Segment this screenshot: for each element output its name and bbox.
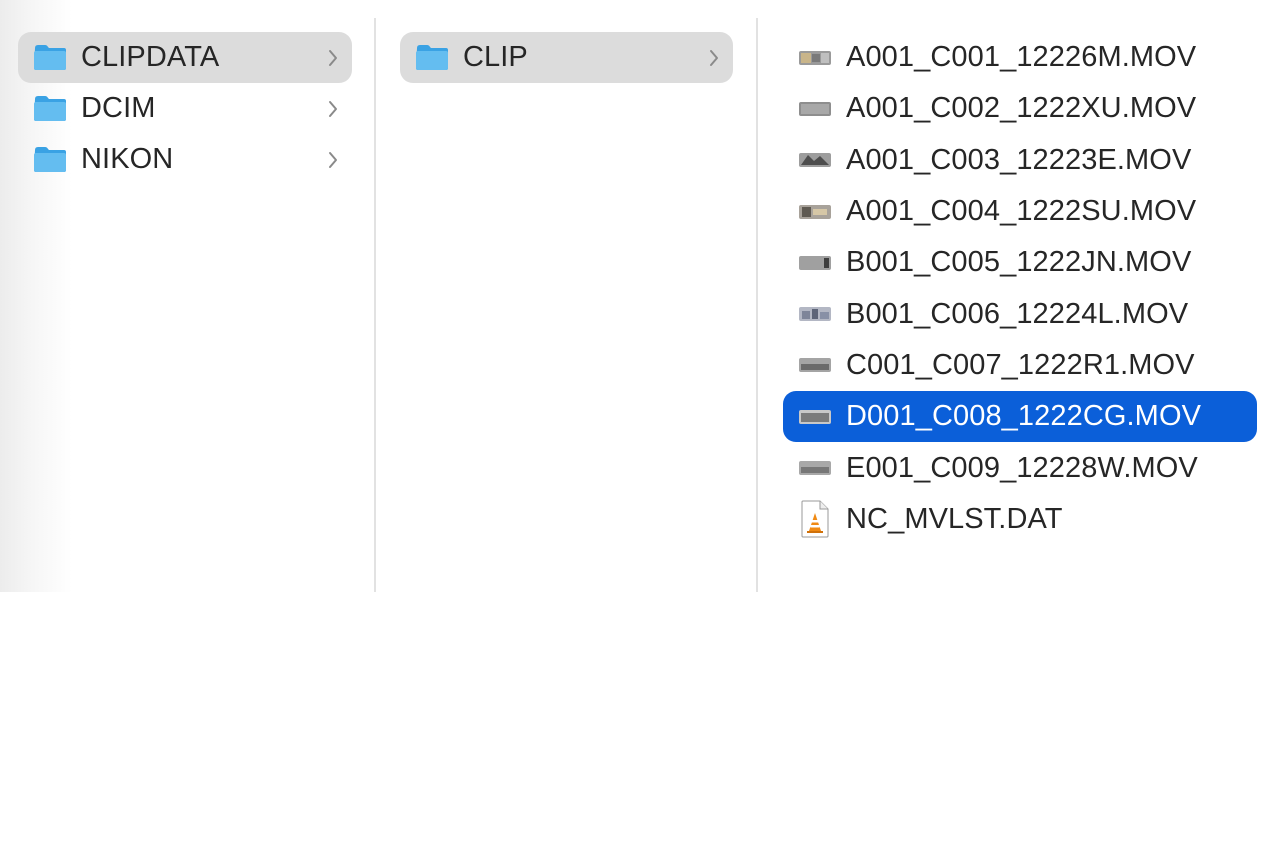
file-row[interactable]: A001_C004_1222SU.MOV [783, 186, 1257, 237]
folder-label: CLIPDATA [81, 41, 220, 73]
folder-row-clip[interactable]: CLIP [400, 32, 733, 83]
video-thumbnail-icon [799, 409, 831, 424]
finder-column-view: CLIPDATA DCIM NIKON CLIP A001_C001_12226… [0, 0, 1280, 592]
video-thumbnail-icon [799, 358, 831, 373]
file-row[interactable]: B001_C005_1222JN.MOV [783, 237, 1257, 288]
file-label: E001_C009_12228W.MOV [846, 451, 1198, 484]
file-label: A001_C002_1222XU.MOV [846, 92, 1197, 125]
folder-row-nikon[interactable]: NIKON [18, 134, 352, 185]
video-thumbnail-icon [799, 101, 831, 116]
column-root: CLIPDATA DCIM NIKON [18, 32, 352, 185]
file-label: D001_C008_1222CG.MOV [846, 400, 1202, 433]
file-label: A001_C001_12226M.MOV [846, 41, 1197, 74]
vlc-document-icon [801, 500, 829, 538]
video-thumbnail-icon [799, 204, 831, 219]
video-thumbnail-icon [799, 50, 831, 65]
file-label: A001_C004_1222SU.MOV [846, 195, 1197, 228]
video-thumbnail-icon [799, 153, 831, 168]
folder-row-clipdata[interactable]: CLIPDATA [18, 32, 352, 83]
folder-row-dcim[interactable]: DCIM [18, 83, 352, 134]
file-row[interactable]: A001_C002_1222XU.MOV [783, 83, 1257, 134]
chevron-right-icon [329, 151, 337, 168]
folder-label: DCIM [81, 92, 156, 124]
column-divider[interactable] [374, 18, 376, 592]
file-label: NC_MVLST.DAT [846, 502, 1063, 535]
video-thumbnail-icon [799, 255, 831, 270]
column-clip: A001_C001_12226M.MOV A001_C002_1222XU.MO… [783, 32, 1257, 545]
chevron-right-icon [710, 49, 718, 66]
folder-label: NIKON [81, 143, 174, 175]
file-row[interactable]: NC_MVLST.DAT [783, 494, 1257, 545]
folder-label: CLIP [463, 41, 528, 73]
folder-icon [34, 96, 66, 121]
chevron-right-icon [329, 49, 337, 66]
video-thumbnail-icon [799, 461, 831, 476]
folder-icon [416, 45, 448, 70]
file-row[interactable]: A001_C001_12226M.MOV [783, 32, 1257, 83]
file-row[interactable]: A001_C003_12223E.MOV [783, 135, 1257, 186]
column-clipdata: CLIP [400, 32, 733, 83]
file-row[interactable]: C001_C007_1222R1.MOV [783, 340, 1257, 391]
file-label: C001_C007_1222R1.MOV [846, 348, 1195, 381]
file-row[interactable]: E001_C009_12228W.MOV [783, 442, 1257, 493]
file-label: B001_C005_1222JN.MOV [846, 246, 1192, 279]
file-row[interactable]: B001_C006_12224L.MOV [783, 288, 1257, 339]
video-thumbnail-icon [799, 307, 831, 322]
file-label: B001_C006_12224L.MOV [846, 297, 1189, 330]
file-label: A001_C003_12223E.MOV [846, 143, 1192, 176]
chevron-right-icon [329, 100, 337, 117]
column-divider[interactable] [756, 18, 758, 592]
folder-icon [34, 45, 66, 70]
folder-icon [34, 147, 66, 172]
file-row-selected[interactable]: D001_C008_1222CG.MOV [783, 391, 1257, 443]
